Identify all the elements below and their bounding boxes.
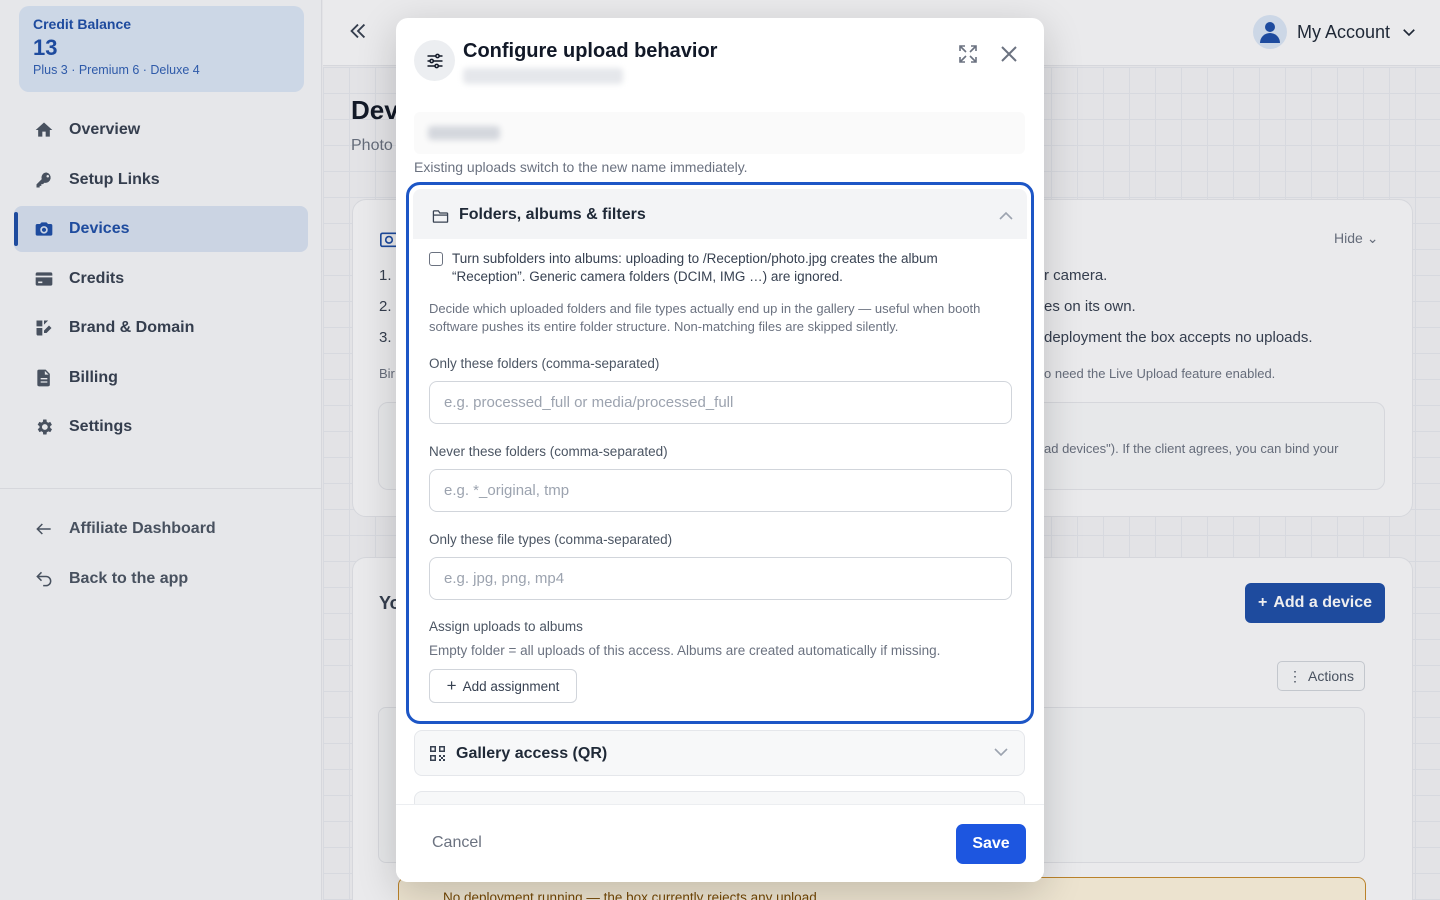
- only-folders-label: Only these folders (comma-separated): [429, 356, 660, 371]
- section-title: Folders, albums & filters: [459, 206, 646, 223]
- never-folders-input[interactable]: [429, 469, 1012, 512]
- only-folders-input[interactable]: [429, 381, 1012, 424]
- name-input[interactable]: [414, 112, 1025, 154]
- folders-albums-filters-section: Folders, albums & filters Turn subfolder…: [406, 182, 1034, 724]
- qr-code-icon: [430, 746, 445, 761]
- save-button[interactable]: Save: [956, 824, 1026, 864]
- section-description: Decide which uploaded folders and file t…: [429, 301, 981, 334]
- file-types-input[interactable]: [429, 557, 1012, 600]
- assign-albums-note: Empty folder = all uploads of this acces…: [429, 643, 941, 658]
- subfolders-to-albums-checkbox[interactable]: [429, 252, 443, 266]
- folder-icon: [432, 210, 449, 223]
- section-header[interactable]: Folders, albums & filters: [413, 189, 1027, 239]
- add-assignment-button[interactable]: + Add assignment: [429, 669, 577, 703]
- modal-footer: Cancel Save: [396, 804, 1044, 882]
- name-value-redacted: [428, 126, 500, 140]
- section-title: Gallery access (QR): [456, 745, 608, 762]
- configure-upload-modal: Configure upload behavior Existing uploa…: [396, 18, 1044, 882]
- add-assignment-label: Add assignment: [462, 678, 560, 694]
- expand-icon[interactable]: [956, 42, 980, 66]
- chevron-down-icon: [994, 748, 1008, 757]
- assign-albums-title: Assign uploads to albums: [429, 619, 583, 634]
- gallery-access-section[interactable]: Gallery access (QR): [414, 730, 1025, 776]
- file-types-label: Only these file types (comma-separated): [429, 532, 673, 547]
- checkbox-label: Turn subfolders into albums: uploading t…: [452, 251, 938, 284]
- close-icon[interactable]: [997, 42, 1021, 66]
- sliders-icon: [414, 40, 455, 81]
- name-hint: Existing uploads switch to the new name …: [414, 159, 748, 175]
- never-folders-label: Never these folders (comma-separated): [429, 444, 668, 459]
- modal-title: Configure upload behavior: [463, 40, 718, 62]
- cancel-button[interactable]: Cancel: [432, 834, 482, 852]
- modal-subtitle-redacted: [463, 68, 623, 84]
- plus-icon: +: [446, 676, 457, 695]
- chevron-up-icon: [999, 211, 1013, 220]
